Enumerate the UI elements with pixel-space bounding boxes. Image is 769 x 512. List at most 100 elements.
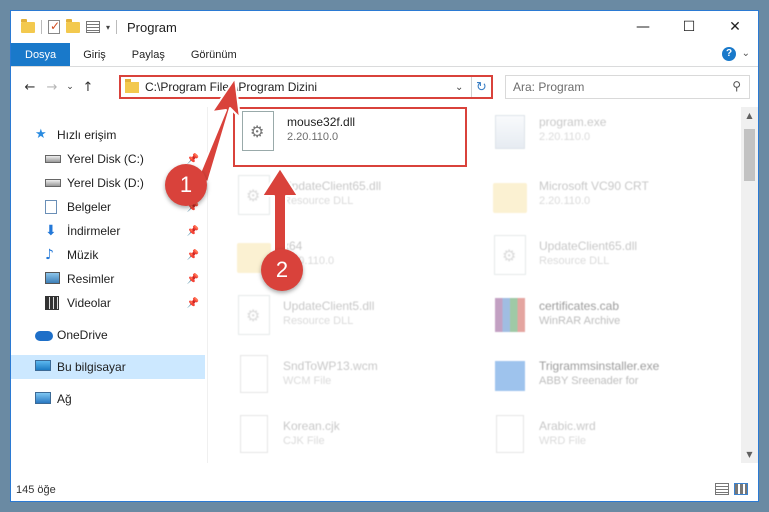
- toolbar-divider: [116, 20, 118, 34]
- pane-divider[interactable]: [207, 107, 208, 463]
- file-name: UpdateClient65.dll: [539, 239, 638, 253]
- address-path[interactable]: C:\Program Files\Program Dizini: [145, 80, 455, 94]
- file-item[interactable]: UpdateClient65.dll Resource DLL: [465, 231, 705, 289]
- refresh-button[interactable]: ↻: [471, 77, 491, 97]
- sidebar-item-quick-access[interactable]: ★ Hızlı erişim: [11, 123, 205, 147]
- file-item[interactable]: program.exe 2.20.110.0: [465, 107, 705, 165]
- sidebar-item-music[interactable]: ♪ Müzik 📌: [11, 243, 205, 267]
- maximize-button[interactable]: ☐: [666, 11, 712, 43]
- disk-icon: [45, 176, 61, 190]
- sidebar-item-label: Resimler: [67, 272, 115, 286]
- address-dropdown-icon[interactable]: ⌄: [455, 82, 471, 93]
- tab-home[interactable]: Giriş: [70, 43, 119, 66]
- sidebar-item-this-pc[interactable]: Bu bilgisayar: [11, 355, 205, 379]
- ribbon-tabs: Dosya Giriş Paylaş Görünüm ? ⌄: [11, 43, 758, 67]
- minimize-button[interactable]: —: [620, 11, 666, 43]
- expand-ribbon-icon[interactable]: ⌄: [742, 48, 750, 59]
- forward-button[interactable]: →: [41, 80, 63, 95]
- search-input[interactable]: Ara: Program ⚲: [505, 75, 750, 99]
- file-name: Trigrammsinstaller.exe: [539, 359, 660, 373]
- help-icon[interactable]: ?: [722, 47, 736, 61]
- pin-icon[interactable]: 📌: [187, 298, 199, 309]
- file-description: 2.20.110.0: [539, 195, 591, 207]
- file-item[interactable]: Korean.cjk CJK File: [209, 411, 449, 463]
- sidebar-item-label: OneDrive: [57, 328, 108, 342]
- pictures-icon: [45, 272, 61, 286]
- file-name: UpdateClient65.dll: [283, 179, 382, 193]
- scroll-up-icon[interactable]: ▲: [741, 107, 758, 124]
- view-switcher: [715, 483, 748, 495]
- status-bar: 145 öğe: [11, 479, 758, 501]
- star-icon: ★: [35, 127, 47, 142]
- file-item[interactable]: SndToWP13.wcm WCM File: [209, 351, 449, 409]
- file-item[interactable]: Microsoft VC90 CRT 2.20.110.0: [465, 171, 705, 229]
- sidebar-item-pictures[interactable]: Resimler 📌: [11, 267, 205, 291]
- file-item[interactable]: x64 2.20.110.0: [209, 231, 449, 289]
- window-title: Program: [127, 19, 177, 35]
- scroll-thumb[interactable]: [744, 129, 755, 181]
- step-1-badge: 1: [165, 164, 207, 206]
- sidebar-item-downloads[interactable]: ⬇ İndirmeler 📌: [11, 219, 205, 243]
- file-name: Arabic.wrd: [539, 419, 596, 433]
- download-icon: ⬇: [45, 223, 57, 239]
- file-name: UpdateClient5.dll: [283, 299, 375, 313]
- new-folder-icon[interactable]: [66, 18, 80, 33]
- large-icons-view-icon[interactable]: [734, 483, 748, 495]
- file-item-highlighted[interactable]: mouse32f.dll 2.20.110.0: [233, 107, 467, 167]
- pin-icon[interactable]: 📌: [187, 250, 199, 261]
- document-icon: [45, 200, 61, 214]
- sidebar-item-network[interactable]: Ağ: [11, 387, 205, 411]
- music-icon: ♪: [45, 247, 54, 263]
- file-item[interactable]: UpdateClient5.dll Resource DLL: [209, 291, 449, 349]
- file-item[interactable]: certificates.cab WinRAR Archive: [465, 291, 705, 349]
- file-name: Microsoft VC90 CRT: [539, 179, 649, 193]
- file-description: Resource DLL: [283, 315, 354, 327]
- folder-icon[interactable]: [21, 18, 35, 33]
- search-icon[interactable]: ⚲: [732, 79, 741, 93]
- dll-file-icon: [491, 235, 529, 283]
- details-view-icon[interactable]: [715, 483, 729, 495]
- navigation-bar: ← → ⌄ ↑ C:\Program Files\Program Dizini …: [11, 67, 758, 107]
- properties-icon[interactable]: [86, 21, 100, 33]
- disk-icon: [45, 152, 61, 166]
- file-description: 2.20.110.0: [287, 131, 339, 143]
- cloud-icon: [35, 328, 53, 342]
- file-item[interactable]: UpdateClient65.dll Resource DLL: [209, 171, 449, 229]
- file-name: SndToWP13.wcm: [283, 359, 378, 373]
- tab-view[interactable]: Görünüm: [178, 43, 250, 66]
- network-icon: [35, 392, 51, 406]
- sidebar-item-label: Bu bilgisayar: [57, 360, 126, 374]
- customize-toolbar-arrow-icon[interactable]: ▾: [106, 23, 110, 32]
- file-description: WinRAR Archive: [539, 315, 621, 327]
- up-button[interactable]: ↑: [77, 80, 99, 95]
- pin-icon[interactable]: 📌: [187, 226, 199, 237]
- dll-file-icon: [239, 111, 277, 159]
- sidebar-item-videos[interactable]: Videolar 📌: [11, 291, 205, 315]
- dll-file-icon: [235, 175, 273, 223]
- properties-check-icon[interactable]: [48, 19, 60, 34]
- back-button[interactable]: ←: [19, 80, 41, 95]
- installer-icon: [491, 355, 529, 403]
- file-item[interactable]: Trigrammsinstaller.exe ABBY Sreenader for: [465, 351, 705, 409]
- file-description: Resource DLL: [539, 255, 610, 267]
- address-bar[interactable]: C:\Program Files\Program Dizini ⌄ ↻: [119, 75, 493, 99]
- close-button[interactable]: ✕: [712, 11, 758, 43]
- recent-locations-icon[interactable]: ⌄: [63, 82, 77, 92]
- item-count: 145 öğe: [16, 484, 56, 496]
- vertical-scrollbar[interactable]: ▲ ▼: [741, 107, 758, 463]
- file-item[interactable]: Arabic.wrd WRD File: [465, 411, 705, 463]
- file-icon: [235, 415, 273, 463]
- pin-icon[interactable]: 📌: [187, 274, 199, 285]
- scroll-down-icon[interactable]: ▼: [741, 446, 758, 463]
- sidebar-item-label: Videolar: [67, 296, 111, 310]
- file-description: WCM File: [283, 375, 332, 387]
- tab-file[interactable]: Dosya: [11, 43, 71, 66]
- file-description: ABBY Sreenader for: [539, 375, 639, 387]
- tab-share[interactable]: Paylaş: [119, 43, 178, 66]
- file-name: mouse32f.dll: [287, 115, 356, 129]
- exe-file-icon: [491, 111, 529, 159]
- toolbar-divider: [41, 20, 42, 34]
- pin-icon[interactable]: 📌: [187, 154, 199, 165]
- title-bar: ▾ Program — ☐ ✕: [11, 11, 758, 43]
- sidebar-item-onedrive[interactable]: OneDrive: [11, 323, 205, 347]
